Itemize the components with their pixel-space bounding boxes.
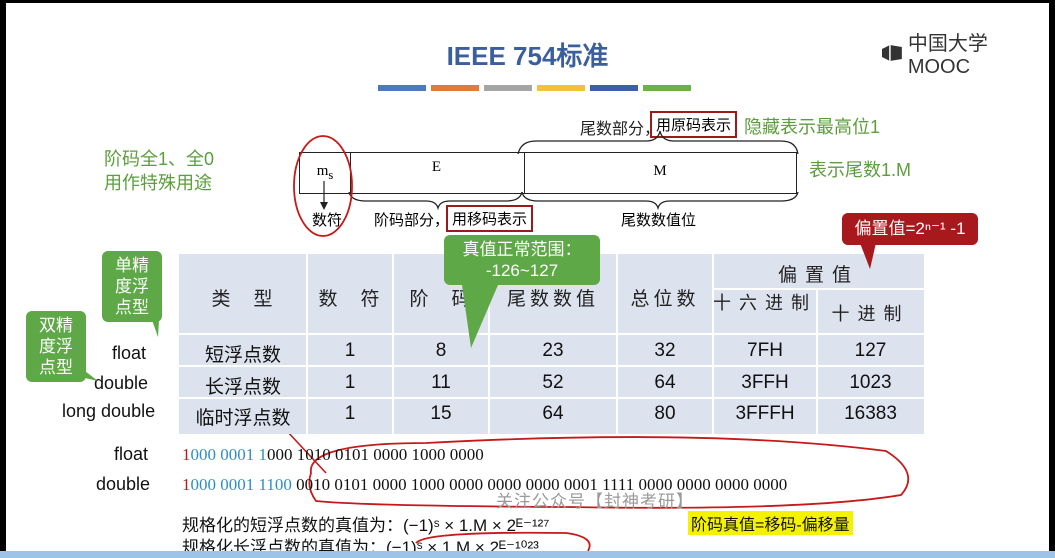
header-bias: 偏置值: [777, 265, 859, 286]
table-cell-total-bits: 32: [654, 340, 676, 361]
table-cell-sign: 1: [344, 372, 356, 393]
table-cell-bias-dec: 1023: [849, 372, 892, 393]
table-cell-total-bits: 80: [654, 403, 676, 424]
bits-double-label: double: [96, 474, 151, 494]
bits-double-sign: 1: [182, 475, 191, 494]
callout-bias-formula: 偏置值=2ⁿ⁻¹ -1: [842, 213, 978, 245]
row-label-float: float: [112, 343, 147, 363]
row-label-double: double: [94, 373, 149, 393]
header-bias-dec: 十进制: [831, 304, 910, 324]
row-label-long-double: long double: [62, 401, 156, 421]
table-cell-sign: 1: [344, 340, 356, 361]
slide: IEEE 754标准 中国大学MOOC 阶码全1、全0 用作特殊用途 尾数部分，…: [6, 3, 1049, 551]
exponent-true-value-note: 阶码真值=移码-偏移量: [688, 511, 853, 535]
table-cell-bias-hex: 7FH: [747, 340, 783, 361]
table-cell-bias-hex: 3FFH: [741, 372, 789, 393]
callout-double-tail: [72, 361, 98, 381]
table-cell-bias-hex: 3FFFH: [735, 403, 795, 424]
table-cell-type: 长浮点数: [204, 377, 281, 398]
single-line1: 单精: [115, 256, 149, 275]
callout-single-tail: [146, 303, 160, 337]
table-cell-mantissa: 64: [542, 403, 564, 424]
video-progress-bar[interactable]: [0, 551, 1055, 558]
double-line1: 双精: [39, 316, 73, 335]
exponent-part-label: 阶码部分，: [374, 212, 450, 229]
table-cell-mantissa: 52: [542, 372, 564, 393]
double-line2: 度浮: [39, 337, 73, 356]
bits-float: 1000 0001 1000 1010 0101 0000 1000 0000: [182, 445, 484, 465]
bits-double: 1000 0001 1100 0010 0101 0000 1000 0000 …: [182, 475, 787, 495]
range-line1: 真值正常范围：: [462, 240, 582, 259]
mantissa-value-label: 尾数数值位: [621, 212, 697, 229]
table-cell-total-bits: 64: [654, 372, 676, 393]
bits-float-mant: 000 1010 0101 0000 1000 0000: [267, 445, 484, 464]
bits-double-exp: 000 0001 1100: [190, 475, 297, 494]
mantissa-brace: [517, 130, 799, 155]
table-cell-type: 临时浮点数: [195, 408, 291, 429]
table-cell-bias-dec: 16383: [844, 403, 897, 424]
bits-float-label: float: [114, 444, 149, 464]
callout-range-tail: [461, 278, 501, 348]
callout-bias-tail: [860, 243, 876, 269]
bits-float-sign: 1: [182, 445, 191, 464]
header-bias-hex: 十六进制: [713, 293, 817, 313]
exponent-encoding-box: 用移码表示: [446, 205, 534, 232]
table-cell-exponent: 11: [431, 372, 451, 393]
table-cell-sign: 1: [344, 403, 356, 424]
formula-long: 规格化长浮点数的真值为：(−1)ˢ × 1.M × 2ᴱ⁻¹⁰²³: [182, 538, 539, 551]
table-cell-type: 短浮点数: [204, 345, 281, 366]
watermark: 关注公众号【封神考研】: [496, 492, 694, 511]
mantissa-value-brace: [521, 191, 799, 211]
table-cell-exponent: 15: [430, 403, 452, 424]
header-type: 类 型: [211, 289, 275, 310]
sign-label: 数符: [312, 212, 343, 229]
table-cell-bias-dec: 127: [854, 340, 887, 361]
bits-float-exp: 000 0001 1: [190, 445, 268, 464]
single-line2: 度浮: [115, 277, 149, 296]
header-total-bits: 总位数: [630, 289, 700, 310]
header-sign: 数 符: [318, 289, 382, 310]
